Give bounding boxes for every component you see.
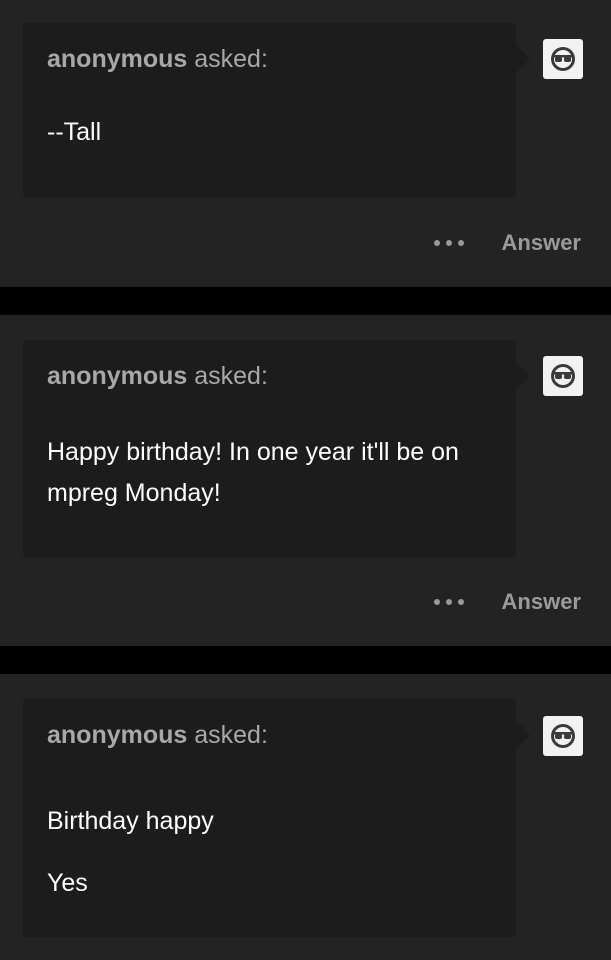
question-line: --Tall [47, 118, 102, 146]
dot [457, 240, 464, 246]
dot [445, 599, 452, 605]
avatar[interactable] [543, 39, 583, 79]
ask-actions: Answer [433, 228, 581, 258]
more-options-icon[interactable] [433, 599, 464, 605]
dot [457, 599, 464, 605]
question-line: Happy birthday! In one year it'll be on … [47, 438, 459, 507]
avatar[interactable] [543, 716, 583, 756]
ask-card: anonymous asked: --Tall Answer [0, 0, 611, 287]
ask-actions: Answer [433, 587, 581, 617]
dot [445, 240, 452, 246]
question-text: Happy birthday! In one year it'll be on … [47, 432, 487, 514]
asker-name[interactable]: anonymous [47, 362, 187, 390]
ask-bubble: anonymous asked: Happy birthday! In one … [23, 340, 530, 557]
asked-label: asked: [194, 362, 268, 390]
more-options-icon[interactable] [433, 240, 464, 246]
asked-label: asked: [194, 721, 268, 749]
asker-name[interactable]: anonymous [47, 45, 187, 73]
asker-line: anonymous asked: [47, 721, 268, 750]
dot [433, 599, 440, 605]
answer-button[interactable]: Answer [502, 589, 581, 615]
avatar[interactable] [543, 356, 583, 396]
asker-line: anonymous asked: [47, 362, 268, 391]
ask-card: anonymous asked: Birthday happy Yes [0, 674, 611, 960]
question-line: Yes [47, 869, 88, 897]
anonymous-avatar-icon [551, 364, 575, 388]
answer-button[interactable]: Answer [502, 230, 581, 256]
ask-card: anonymous asked: Happy birthday! In one … [0, 315, 611, 646]
ask-bubble: anonymous asked: Birthday happy Yes [23, 699, 530, 937]
asked-label: asked: [194, 45, 268, 73]
anonymous-avatar-icon [551, 724, 575, 748]
ask-bubble: anonymous asked: --Tall [23, 23, 530, 197]
question-line: Birthday happy [47, 807, 214, 835]
anonymous-avatar-icon [551, 47, 575, 71]
question-text: Birthday happy Yes [47, 790, 497, 914]
question-text: --Tall [47, 112, 497, 153]
asker-name[interactable]: anonymous [47, 721, 187, 749]
asker-line: anonymous asked: [47, 45, 268, 74]
dot [433, 240, 440, 246]
